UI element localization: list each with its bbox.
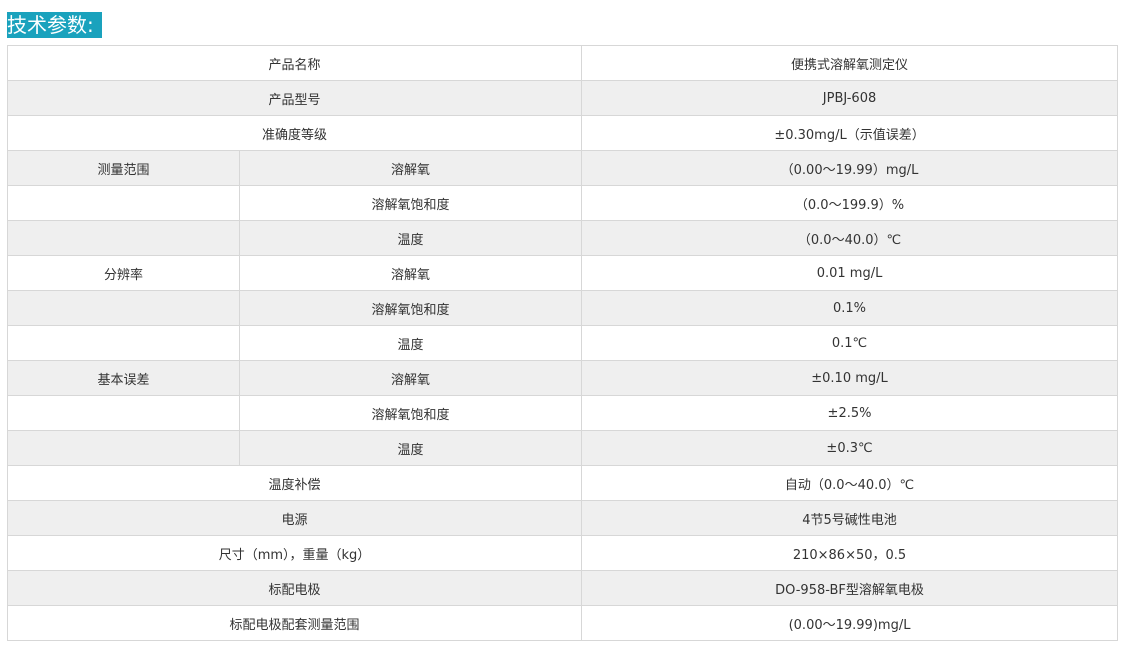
sub-label: 溶解氧饱和度 [238, 185, 583, 221]
param-value: ±0.3℃ [581, 430, 1119, 466]
group-label [7, 220, 240, 256]
group-label [7, 325, 240, 361]
table-row: 溶解氧饱和度 ±2.5% [7, 395, 1119, 431]
table-row: 分辨率 溶解氧 0.01 mg/L [7, 255, 1119, 291]
spec-table: 产品名称 便携式溶解氧测定仪 产品型号 JPBJ-608 准确度等级 ±0.30… [6, 45, 1119, 641]
param-value: 0.01 mg/L [581, 255, 1119, 291]
param-label: 准确度等级 [6, 115, 583, 151]
group-label: 基本误差 [7, 360, 240, 396]
param-label: 标配电极配套测量范围 [6, 605, 583, 641]
table-row: 标配电极 DO-958-BF型溶解氧电极 [6, 570, 1119, 606]
sub-label: 溶解氧饱和度 [238, 290, 583, 326]
table-row: 基本误差 溶解氧 ±0.10 mg/L [7, 360, 1119, 396]
sub-label: 温度 [238, 325, 583, 361]
sub-label: 温度 [238, 220, 583, 256]
sub-label: 溶解氧 [238, 150, 583, 186]
param-value: （0.0～40.0）℃ [581, 220, 1119, 256]
param-value: ±2.5% [581, 395, 1119, 431]
table-row: 产品型号 JPBJ-608 [6, 80, 1119, 116]
param-value: （0.0～199.9）% [581, 185, 1119, 221]
param-value: 便携式溶解氧测定仪 [581, 45, 1119, 81]
table-row: 温度 （0.0～40.0）℃ [7, 220, 1119, 256]
param-label: 标配电极 [6, 570, 583, 606]
table-row: 测量范围 溶解氧 （0.00～19.99）mg/L [7, 150, 1119, 186]
group-label [7, 185, 240, 221]
param-value: 0.1% [581, 290, 1119, 326]
param-label: 尺寸（mm），重量（kg） [6, 535, 583, 571]
group-label: 测量范围 [7, 150, 240, 186]
sub-label: 溶解氧 [238, 360, 583, 396]
param-value: (0.00～19.99)mg/L [581, 605, 1119, 641]
param-value: 210×86×50，0.5 [581, 535, 1119, 571]
group-label: 分辨率 [7, 255, 240, 291]
param-label: 电源 [6, 500, 583, 536]
param-value: JPBJ-608 [581, 80, 1119, 116]
param-value: 自动（0.0～40.0）℃ [581, 465, 1119, 501]
param-value: （0.00～19.99）mg/L [581, 150, 1119, 186]
param-value: ±0.30mg/L（示值误差） [581, 115, 1119, 151]
table-row: 产品名称 便携式溶解氧测定仪 [6, 45, 1119, 81]
table-row: 溶解氧饱和度 （0.0～199.9）% [7, 185, 1119, 221]
param-label: 产品型号 [6, 80, 583, 116]
table-row: 溶解氧饱和度 0.1% [7, 290, 1119, 326]
table-row: 温度补偿 自动（0.0～40.0）℃ [6, 465, 1119, 501]
group-label [7, 430, 240, 466]
table-row: 准确度等级 ±0.30mg/L（示值误差） [6, 115, 1119, 151]
group-label [7, 395, 240, 431]
param-label: 产品名称 [6, 45, 583, 81]
param-value: 0.1℃ [581, 325, 1119, 361]
table-row: 尺寸（mm），重量（kg） 210×86×50，0.5 [6, 535, 1119, 571]
table-row: 电源 4节5号碱性电池 [6, 500, 1119, 536]
group-label [7, 290, 240, 326]
sub-label: 温度 [238, 430, 583, 466]
sub-label: 溶解氧 [238, 255, 583, 291]
table-row: 温度 0.1℃ [7, 325, 1119, 361]
table-row: 温度 ±0.3℃ [7, 430, 1119, 466]
sub-label: 溶解氧饱和度 [238, 395, 583, 431]
param-value: ±0.10 mg/L [581, 360, 1119, 396]
param-value: DO-958-BF型溶解氧电极 [581, 570, 1119, 606]
section-heading: 技术参数: [7, 12, 102, 38]
table-row: 标配电极配套测量范围 (0.00～19.99)mg/L [6, 605, 1119, 641]
param-value: 4节5号碱性电池 [581, 500, 1119, 536]
param-label: 温度补偿 [6, 465, 583, 501]
